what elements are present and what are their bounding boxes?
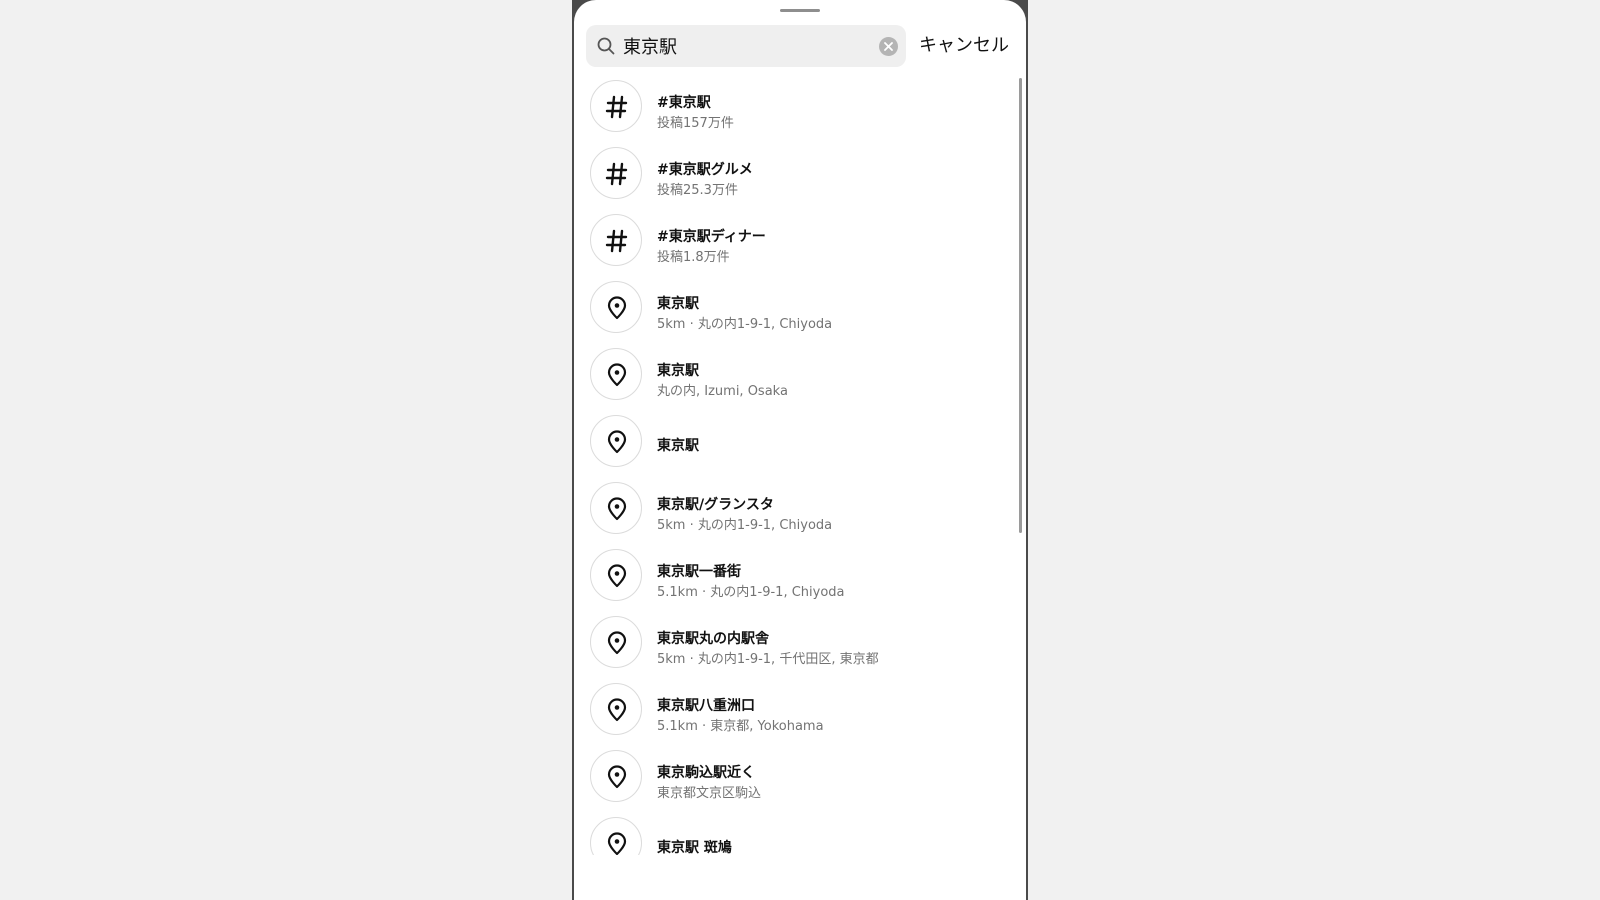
location-result-item[interactable]: 東京駅八重洲口 5.1km · 東京都, Yokohama: [590, 683, 1010, 739]
location-pin-icon: [590, 482, 642, 534]
search-bar: キャンセル: [586, 25, 1016, 67]
result-subtitle: 5.1km · 東京都, Yokohama: [657, 719, 824, 734]
result-title: 東京駅: [657, 438, 699, 454]
hashtag-icon: [590, 147, 642, 199]
location-result-item[interactable]: 東京駒込駅近く 東京都文京区駒込: [590, 750, 1010, 806]
result-subtitle: 5km · 丸の内1-9-1, Chiyoda: [657, 317, 833, 332]
location-pin-icon: [590, 281, 642, 333]
result-subtitle: 5km · 丸の内1-9-1, Chiyoda: [657, 518, 833, 533]
location-pin-icon: [590, 348, 642, 400]
result-title: 東京駒込駅近く: [657, 765, 755, 781]
location-pin-icon: [590, 683, 642, 735]
result-subtitle: 丸の内, Izumi, Osaka: [657, 384, 788, 399]
cancel-button[interactable]: キャンセル: [919, 25, 1009, 67]
result-title: 東京駅丸の内駅舎: [657, 631, 769, 647]
location-pin-icon: [590, 549, 642, 601]
hashtag-icon: [590, 214, 642, 266]
result-title: 東京駅: [657, 363, 699, 379]
result-title: 東京駅八重洲口: [657, 698, 755, 714]
location-pin-icon: [590, 616, 642, 668]
location-result-item[interactable]: 東京駅丸の内, Izumi, Osaka: [590, 348, 1010, 404]
result-subtitle: 5km · 丸の内1-9-1, 千代田区, 東京都: [657, 652, 879, 667]
clear-icon[interactable]: [879, 37, 898, 56]
location-result-item[interactable]: 東京駅 斑鳩: [590, 817, 1010, 855]
location-pin-icon: [590, 415, 642, 467]
result-title: 東京駅: [657, 296, 699, 312]
result-title: 東京駅 斑鳩: [657, 840, 732, 855]
search-input[interactable]: [623, 25, 863, 67]
search-sheet: キャンセル #東京駅投稿157万件 #東京駅グルメ投稿25.3万件 #東京駅ディナー…: [574, 0, 1026, 900]
location-pin-icon: [590, 750, 642, 802]
location-result-item[interactable]: 東京駅: [590, 415, 1010, 471]
hashtag-result-item[interactable]: #東京駅ディナー 投稿1.8万件: [590, 214, 1010, 270]
location-result-item[interactable]: 東京駅丸の内駅舎 5km · 丸の内1-9-1, 千代田区, 東京都: [590, 616, 1010, 672]
result-title: #東京駅ディナー: [657, 229, 766, 245]
result-title: 東京駅一番街: [657, 564, 741, 580]
result-subtitle: 東京都文京区駒込: [657, 786, 762, 801]
search-results-list[interactable]: #東京駅投稿157万件 #東京駅グルメ 投稿25.3万件 #東京駅ディナー 投稿1.8万…: [574, 75, 1026, 855]
result-title: #東京駅グルメ: [657, 162, 753, 178]
result-title: #東京駅: [657, 95, 711, 111]
hashtag-result-item[interactable]: #東京駅グルメ 投稿25.3万件: [590, 147, 1010, 203]
result-subtitle: 5.1km · 丸の内1-9-1, Chiyoda: [657, 585, 845, 600]
location-result-item[interactable]: 東京駅 5km · 丸の内1-9-1, Chiyoda: [590, 281, 1010, 337]
sheet-grabber[interactable]: [780, 9, 820, 12]
result-subtitle: 投稿25.3万件: [657, 183, 738, 198]
location-result-item[interactable]: 東京駅一番街 5.1km · 丸の内1-9-1, Chiyoda: [590, 549, 1010, 605]
hashtag-result-item[interactable]: #東京駅投稿157万件: [590, 80, 1010, 136]
search-box[interactable]: [586, 25, 906, 67]
result-subtitle: 投稿157万件: [657, 116, 734, 131]
result-title: 東京駅/グランスタ: [657, 497, 774, 513]
result-subtitle: 投稿1.8万件: [657, 250, 730, 265]
scrollbar[interactable]: [1019, 78, 1022, 533]
hashtag-icon: [590, 80, 642, 132]
location-result-item[interactable]: 東京駅/グランスタ 5km · 丸の内1-9-1, Chiyoda: [590, 482, 1010, 538]
search-icon: [597, 37, 615, 55]
location-pin-icon: [590, 817, 642, 855]
